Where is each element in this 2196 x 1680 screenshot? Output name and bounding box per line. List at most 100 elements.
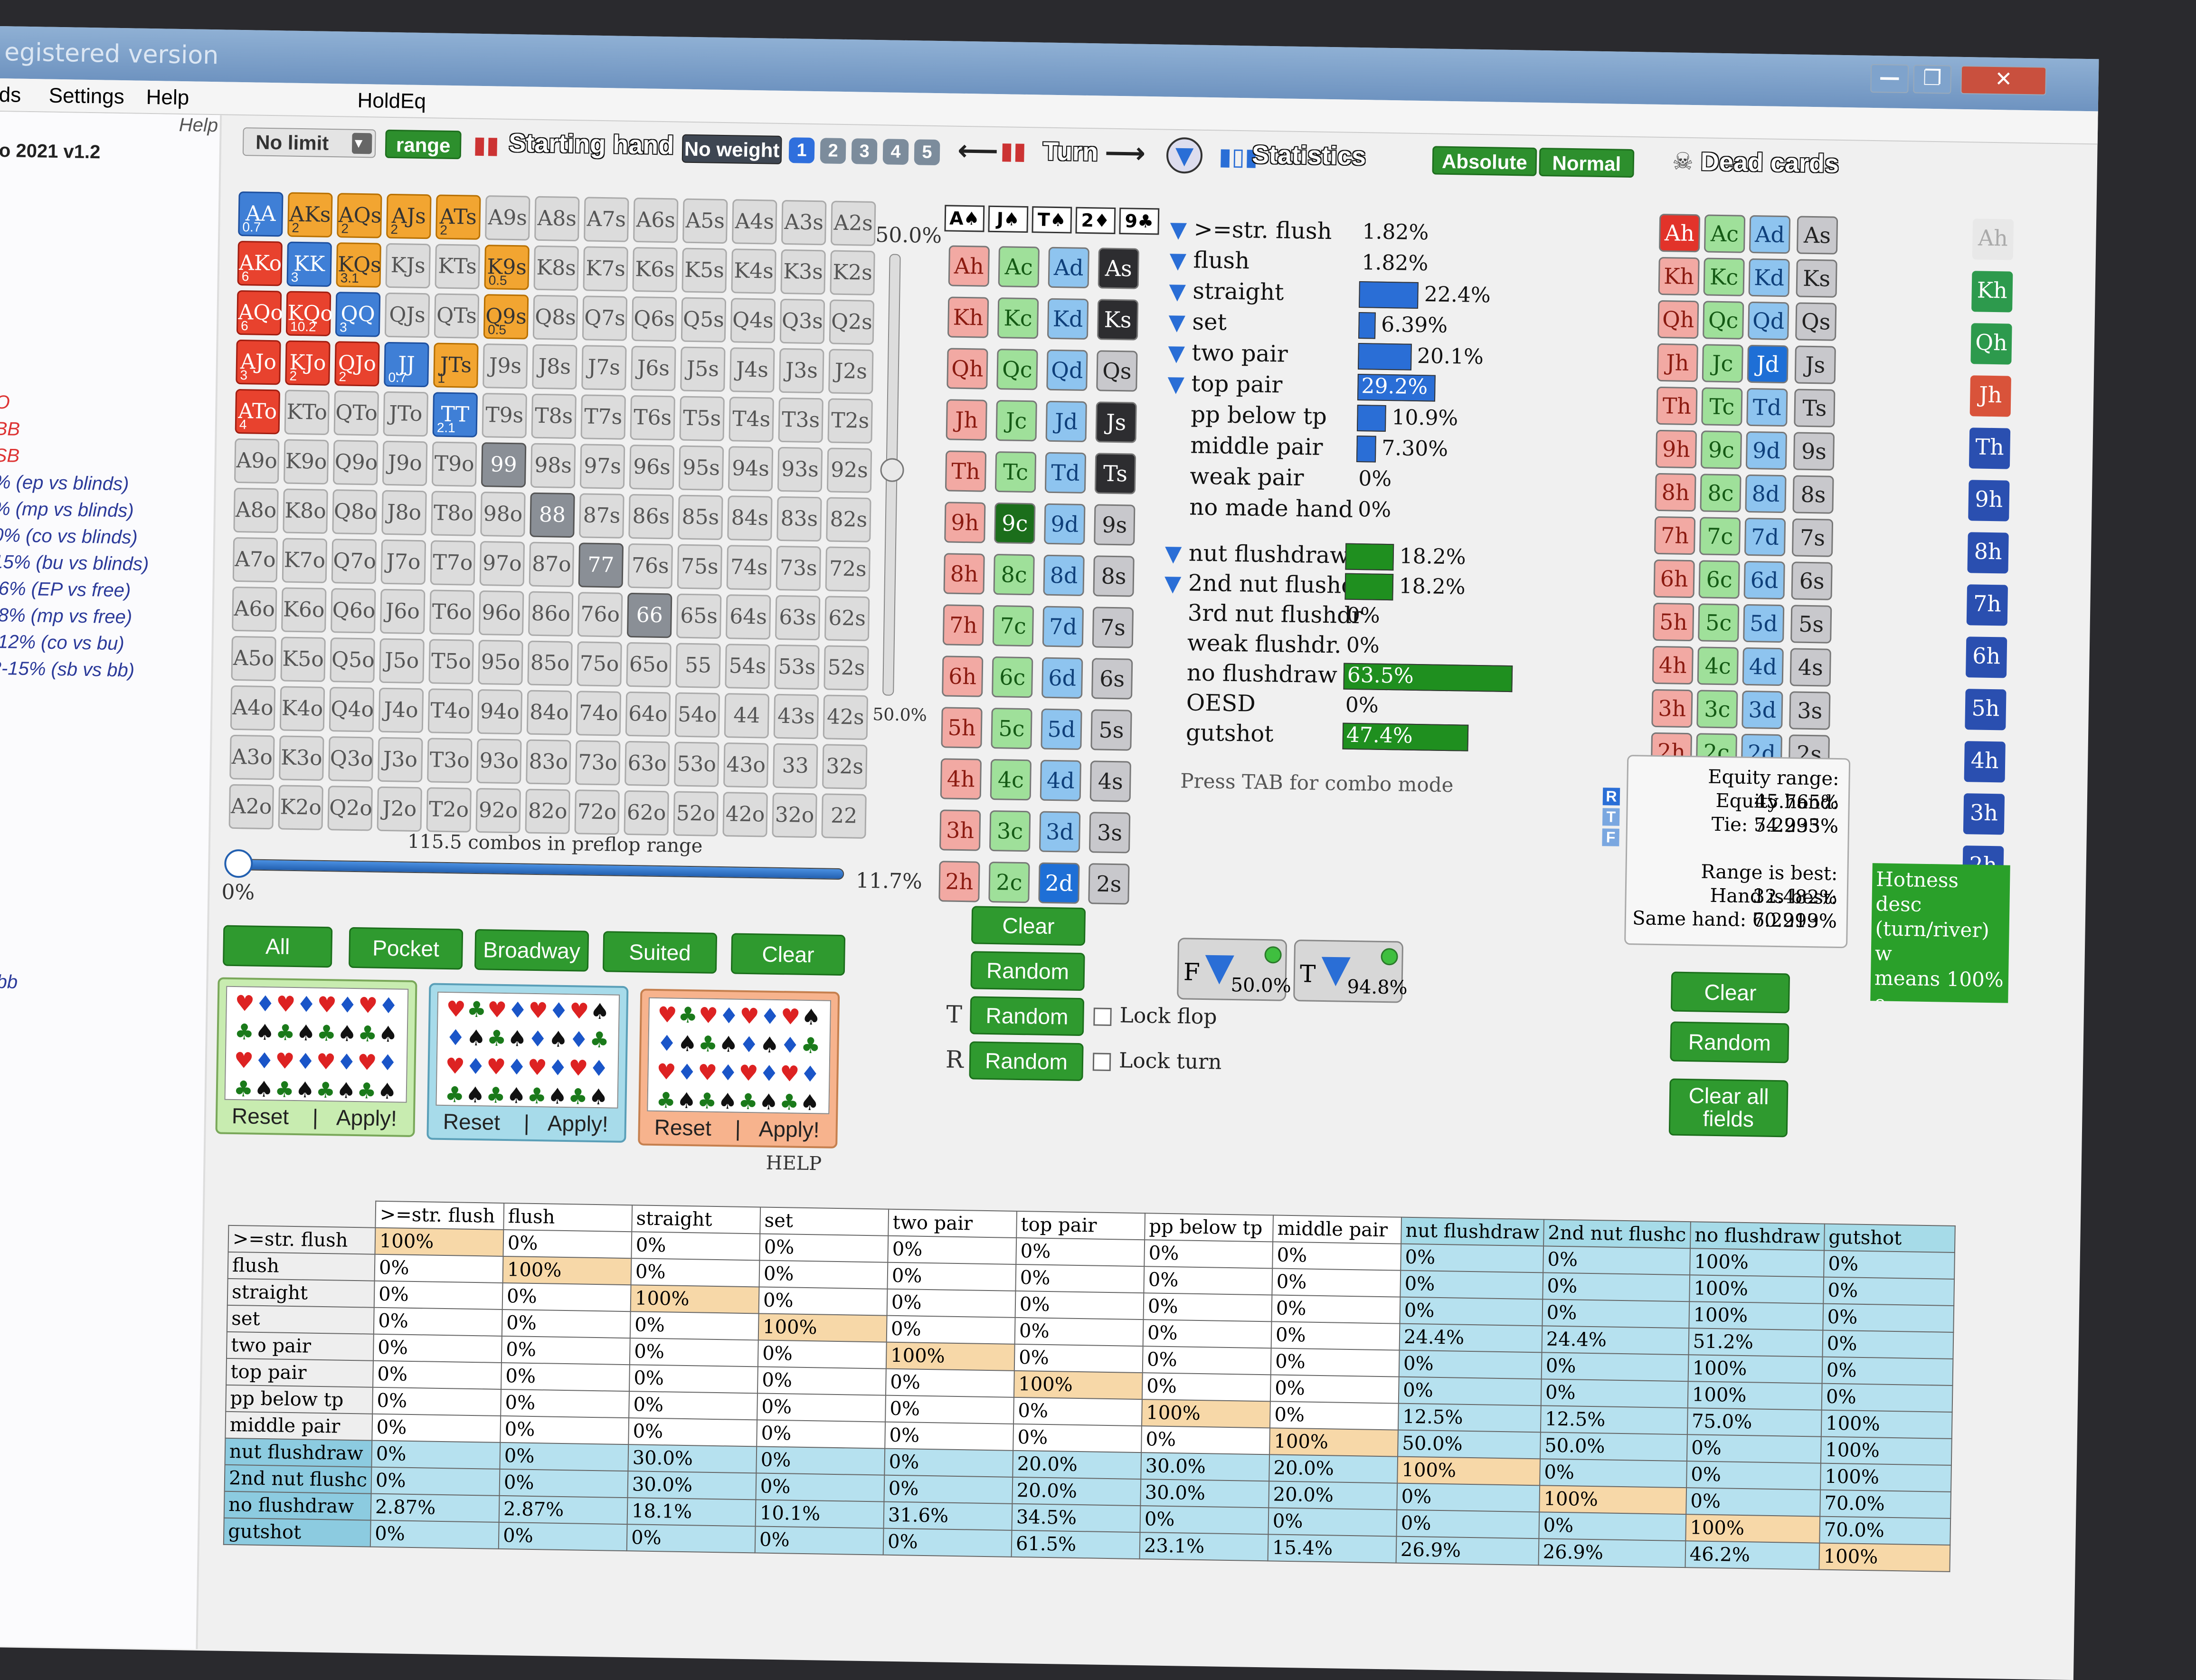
dead-card-8c[interactable]: 8c [1700,474,1742,513]
weight-slider-knob[interactable] [880,458,904,483]
board-card-Kh[interactable]: Kh [947,296,989,338]
hand-cell[interactable]: K5o [280,636,326,682]
dead-card-5h[interactable]: 5h [1653,602,1694,642]
board-card-Js[interactable]: Js [1095,401,1137,443]
hand-cell[interactable]: J3s [779,348,824,394]
turn-random-button[interactable]: Random [969,996,1085,1036]
dead-card-As[interactable]: As [1796,216,1838,255]
hand-cell[interactable]: 53s [774,644,820,690]
no-weight-button[interactable]: No weight [682,134,782,164]
hand-cell[interactable]: KK 3 [286,241,332,287]
dead-card-8h[interactable]: 8h [1655,473,1696,512]
board-card-8d[interactable]: 8d [1043,554,1085,596]
board-suit-tab[interactable]: T♠ [1032,206,1072,234]
hand-cell[interactable]: A4o [230,685,276,731]
hand-cell[interactable]: 76s [627,543,673,589]
dead-card-Th[interactable]: Th [1656,386,1698,426]
board-card-7s[interactable]: 7s [1092,607,1134,648]
board-card-Qs[interactable]: Qs [1096,350,1138,392]
hand-cell[interactable]: A2s [830,200,876,247]
board-card-Jh[interactable]: Jh [946,399,987,441]
hand-cell[interactable]: Q4o [329,687,375,732]
hand-cell[interactable]: 33 [773,743,818,789]
hand-cell[interactable]: Q2s [829,299,875,345]
dead-card-4c[interactable]: 4c [1697,646,1739,685]
hand-cell[interactable]: 86s [628,494,674,540]
hand-cell[interactable]: 84s [727,495,773,541]
hand-cell[interactable]: K8s [533,245,579,291]
dead-card-Js[interactable]: Js [1794,345,1836,384]
hand-cell[interactable]: QTs [434,293,480,339]
apply-button[interactable]: Apply! [547,1110,608,1137]
board-card-Qc[interactable]: Qc [996,349,1038,390]
board-card-Qh[interactable]: Qh [947,348,988,389]
apply-button[interactable]: Apply! [758,1116,820,1142]
hand-cell[interactable]: KJo 2 [285,340,331,386]
preset-item[interactable]: 15% (bu vs blinds) [0,551,149,575]
hand-cell[interactable]: AKs 2 [287,192,333,238]
hand-cell[interactable]: Q9s 0.5 [483,294,529,340]
board-card-2d[interactable]: 2d [1038,862,1080,904]
arrow-left-icon[interactable]: ⟵ [957,134,999,168]
board-card-9s[interactable]: 9s [1094,504,1136,546]
hand-cell[interactable]: A5s [682,198,728,244]
hand-cell[interactable]: A6s [633,198,679,243]
hand-cell[interactable]: J7s [581,345,627,390]
hand-cell[interactable]: 54s [725,644,770,689]
board-card-2c[interactable]: 2c [988,861,1030,903]
hand-cell[interactable]: J9s [483,343,528,389]
hand-cell[interactable]: AQo 6 [236,290,283,336]
hand-cell[interactable]: 99 [481,442,527,488]
dead-card-Kc[interactable]: Kc [1703,257,1745,296]
hand-cell[interactable]: 96o [478,590,524,636]
hand-cell[interactable]: T8s [531,393,577,439]
board-suit-tab[interactable]: A♠ [944,205,985,232]
reset-button[interactable]: Reset [443,1109,500,1135]
hotness-card[interactable]: Jh [1969,375,2011,417]
hand-cell[interactable]: A9o [234,438,280,484]
reset-button[interactable]: Reset [654,1114,711,1141]
funnel-icon[interactable]: ▼ [1164,541,1182,567]
hand-cell[interactable]: KQo 10.2 [285,291,333,337]
board-card-2s[interactable]: 2s [1088,863,1130,905]
hand-cell[interactable]: ATs 2 [435,194,481,240]
arrow-right-icon[interactable]: ⟶ [1105,136,1146,170]
range-button[interactable]: range [385,129,462,160]
hand-cell[interactable]: A5o [231,636,276,682]
funnel-icon[interactable]: ▼ [1169,278,1186,304]
hand-cell[interactable]: 96s [629,444,675,490]
dead-card-3c[interactable]: 3c [1696,690,1738,729]
hand-cell[interactable]: A2o [228,784,274,830]
hand-cell[interactable]: 65o [626,642,672,688]
hand-cell[interactable]: 64s [725,594,771,640]
menu-item-help[interactable]: Help [146,81,189,114]
hand-cell[interactable]: 77 [578,542,624,588]
hand-cell[interactable]: K6s [632,247,678,293]
board-card-4c[interactable]: 4c [990,759,1032,801]
normal-button[interactable]: Normal [1539,147,1635,178]
dead-card-Qc[interactable]: Qc [1703,301,1744,340]
weight-3-button[interactable]: 3 [851,138,878,165]
preset-item[interactable]: 2-15% (sb vs bb) [0,658,134,682]
hand-cell[interactable]: 85o [527,640,573,686]
close-button[interactable]: ✕ [1960,65,2047,95]
hotness-card[interactable]: Qh [1970,323,2012,365]
hand-cell[interactable]: J6o [380,588,426,635]
hand-cell[interactable]: Q9o [332,440,379,485]
river-random-button[interactable]: Random [969,1041,1084,1082]
hand-cell[interactable]: 73s [776,545,822,591]
dead-card-7c[interactable]: 7c [1699,517,1741,556]
hand-cell[interactable]: T6s [630,395,675,441]
hand-cell[interactable]: T8o [431,491,476,536]
hand-cell[interactable]: Q4s [730,298,776,343]
hotness-card[interactable]: Kh [1971,271,2013,313]
hand-cell[interactable]: 83s [776,496,822,542]
board-card-7d[interactable]: 7d [1042,606,1084,647]
dead-card-4d[interactable]: 4d [1742,647,1784,686]
hand-cell[interactable]: 93s [777,446,823,493]
preset-item[interactable]: -8% (mp vs free) [0,605,132,628]
hand-cell[interactable]: Q3o [328,736,374,782]
hand-cell[interactable]: J5o [379,638,425,684]
hand-cell[interactable]: K9s 0.5 [484,245,530,290]
turn-filter-toggle[interactable]: T ▼ 94.8% [1293,940,1408,1003]
